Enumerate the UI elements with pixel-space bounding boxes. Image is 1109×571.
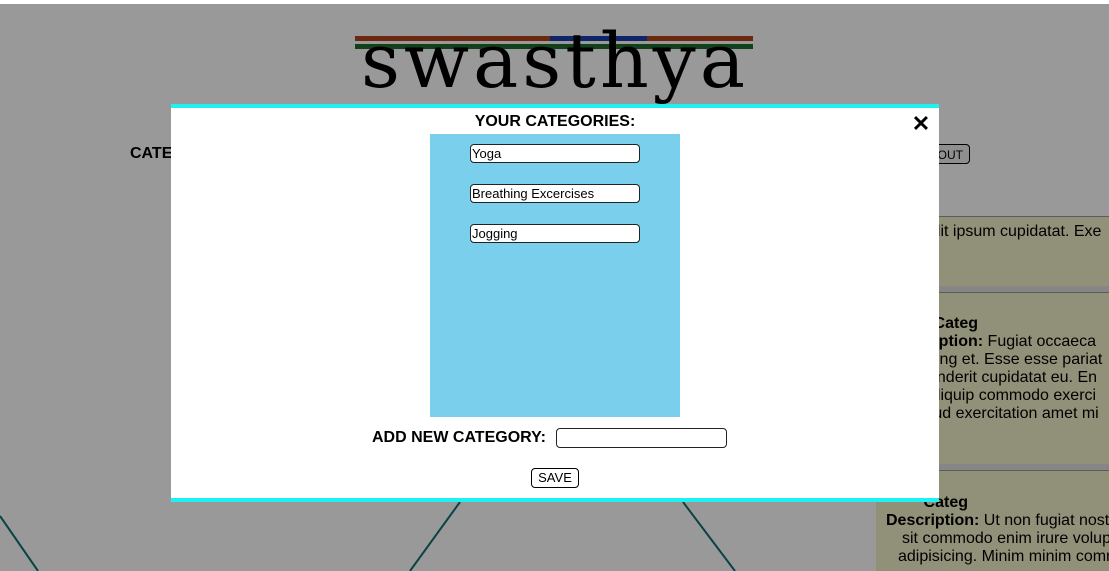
add-category-label: ADD NEW CATEGORY: <box>372 429 546 446</box>
close-icon[interactable]: ✕ <box>909 112 933 136</box>
category-input-jogging[interactable] <box>470 224 640 243</box>
add-category-input[interactable] <box>556 428 727 448</box>
modal-title: YOUR CATEGORIES: <box>474 113 636 130</box>
category-list <box>430 134 680 417</box>
save-button[interactable]: SAVE <box>531 468 579 488</box>
category-input-breathing-excercises[interactable] <box>470 184 640 203</box>
categories-modal: YOUR CATEGORIES: ✕ ADD NEW CATEGORY: SAV… <box>171 104 939 502</box>
category-input-yoga[interactable] <box>470 144 640 163</box>
